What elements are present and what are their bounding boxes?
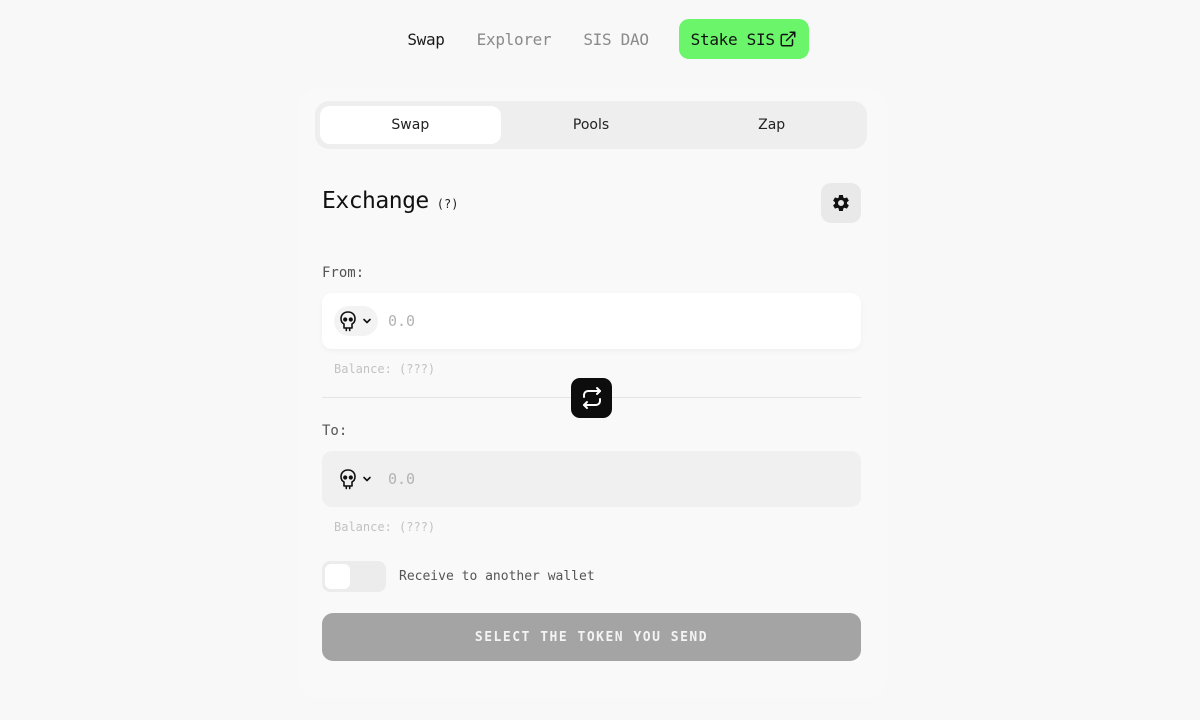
repeat-arrows-icon [582,387,601,409]
select-token-button[interactable]: SELECT THE TOKEN YOU SEND [322,613,861,661]
nav-explorer[interactable]: Explorer [461,19,568,59]
nav-sis-dao[interactable]: SIS DAO [567,19,664,59]
nav-swap[interactable]: Swap [391,19,460,59]
mode-tabs: Swap Pools Zap [315,101,867,149]
stake-sis-button[interactable]: Stake SIS [678,19,809,59]
to-token-row [322,451,861,507]
external-link-icon [780,31,796,47]
skull-icon [340,469,356,490]
chevron-down-icon [363,318,371,324]
gear-icon [833,194,849,211]
from-amount-input[interactable] [388,312,828,330]
from-token-row [322,293,861,349]
receive-wallet-row: Receive to another wallet [322,561,595,592]
help-tooltip-trigger[interactable]: (?) [437,197,459,211]
tab-swap[interactable]: Swap [320,106,501,144]
tab-zap[interactable]: Zap [681,106,862,144]
receive-wallet-toggle[interactable] [322,561,386,592]
to-label: To: [322,423,348,439]
from-token-select[interactable] [334,306,378,336]
swap-direction-button[interactable] [571,378,612,418]
exchange-card: Swap Pools Zap Exchange (?) From: Balanc… [298,88,888,698]
chevron-down-icon [363,476,371,482]
receive-wallet-label: Receive to another wallet [399,569,595,584]
from-label: From: [322,265,365,281]
toggle-knob [325,564,350,589]
from-balance: Balance: (???) [334,362,436,376]
exchange-header: Exchange (?) [322,188,458,214]
to-balance: Balance: (???) [334,520,436,534]
tab-pools[interactable]: Pools [501,106,682,144]
top-navigation: Swap Explorer SIS DAO Stake SIS [0,18,1200,60]
page-title: Exchange [322,188,429,214]
stake-sis-label: Stake SIS [690,29,775,49]
settings-button[interactable] [821,183,861,223]
skull-icon [340,311,356,332]
to-amount-input[interactable] [388,470,828,488]
to-token-select[interactable] [334,464,378,494]
